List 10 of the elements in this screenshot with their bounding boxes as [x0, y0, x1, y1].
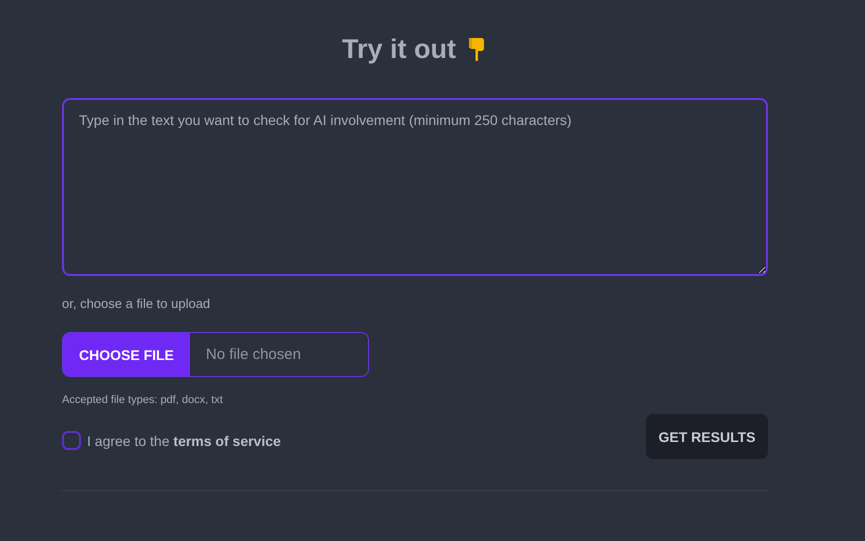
file-types-hint: Accepted file types: pdf, docx, txt — [62, 394, 224, 406]
upload-label: or, choose a file to upload — [62, 296, 212, 311]
file-status: No file chosen — [204, 346, 301, 363]
text-input-field[interactable]: Type in the text you want to check for AI involvement (minimum 250 characters) — [62, 98, 768, 276]
agree-checkbox[interactable] — [62, 431, 81, 450]
get-results-button[interactable]: GET RESULTS — [646, 414, 768, 459]
file-input-field[interactable]: CHOOSE FILE No file chosen — [62, 332, 369, 377]
agree-label: I agree to the terms of service — [87, 432, 281, 448]
page-title: Try it out — [342, 34, 456, 64]
choose-file-button[interactable]: CHOOSE FILE — [63, 333, 190, 376]
